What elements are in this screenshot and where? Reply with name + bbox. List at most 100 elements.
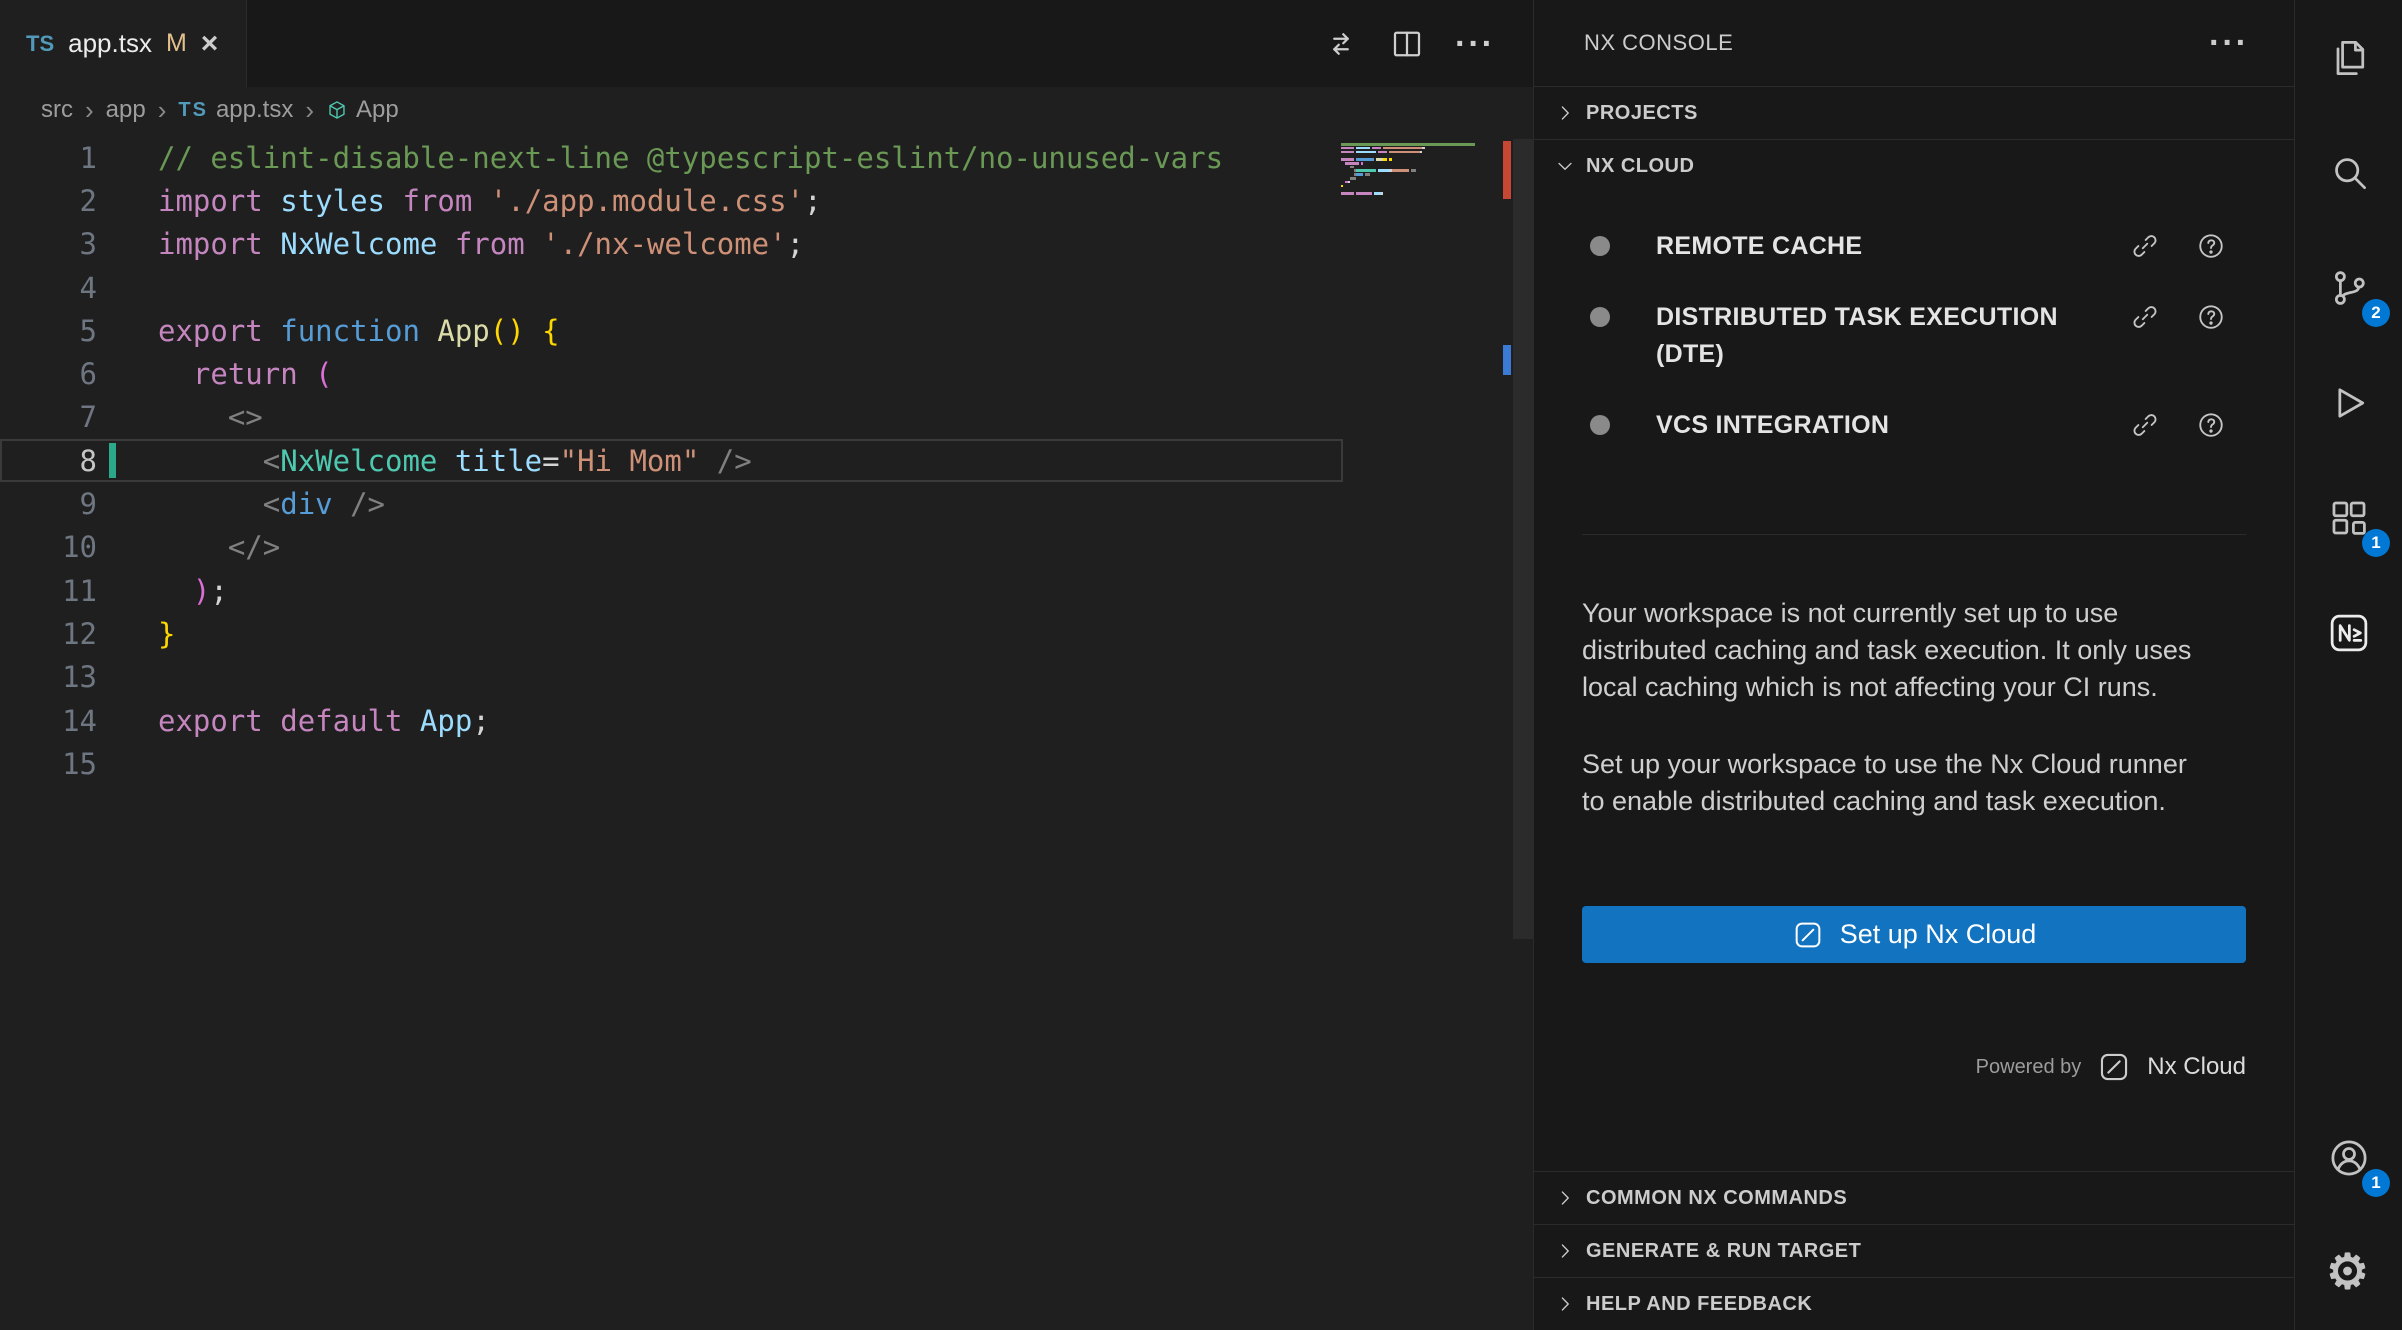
line-number[interactable]: 3 bbox=[0, 227, 97, 261]
line-number[interactable]: 12 bbox=[0, 617, 97, 651]
minimap-line bbox=[1341, 188, 1503, 191]
code-text: export function App() { bbox=[158, 314, 560, 348]
minimap-line bbox=[1341, 173, 1503, 176]
section-generate-run-target[interactable]: GENERATE & RUN TARGET bbox=[1534, 1224, 2294, 1277]
line-number[interactable]: 8 bbox=[0, 444, 97, 478]
chevron-right-icon bbox=[1554, 102, 1576, 124]
code-editor[interactable]: 1// eslint-disable-next-line @typescript… bbox=[0, 133, 1533, 1330]
extensions-icon bbox=[2327, 496, 2371, 540]
button-icon-slot bbox=[1792, 919, 1824, 951]
section-common-nx-commands[interactable]: COMMON NX COMMANDS bbox=[1534, 1171, 2294, 1224]
line-number[interactable]: 14 bbox=[0, 704, 97, 738]
breadcrumb-item-app[interactable]: App bbox=[326, 96, 399, 124]
code-line[interactable]: 4 bbox=[0, 266, 1343, 309]
brand-icon-slot bbox=[2097, 1050, 2131, 1084]
code-line[interactable]: 2 import styles from './app.module.css'; bbox=[0, 179, 1343, 222]
breadcrumb-label: app bbox=[106, 96, 146, 124]
section-help-and-feedback[interactable]: HELP AND FEEDBACK bbox=[1534, 1277, 2294, 1330]
activity-item-explorer[interactable] bbox=[2295, 0, 2402, 115]
minimap[interactable] bbox=[1341, 143, 1503, 200]
help-icon[interactable] bbox=[2196, 302, 2226, 332]
connect-icon[interactable] bbox=[2130, 302, 2160, 332]
activity-item-extensions[interactable]: 1 bbox=[2295, 460, 2402, 575]
status-dot bbox=[1590, 236, 1610, 256]
line-number[interactable]: 13 bbox=[0, 660, 97, 694]
setup-hint-text: Set up your workspace to use the Nx Clou… bbox=[1582, 746, 2216, 820]
line-number[interactable]: 4 bbox=[0, 271, 97, 305]
open-changes-icon[interactable] bbox=[1323, 26, 1359, 62]
close-icon[interactable]: × bbox=[201, 29, 221, 59]
code-line[interactable]: 8 <NxWelcome title="Hi Mom" /> bbox=[0, 439, 1343, 482]
section-projects[interactable]: PROJECTS bbox=[1534, 86, 2294, 139]
status-dot bbox=[1590, 415, 1610, 435]
split-editor-icon[interactable] bbox=[1389, 26, 1425, 62]
activity-item-account[interactable]: 1 bbox=[2295, 1100, 2402, 1215]
code-line[interactable]: 10 </> bbox=[0, 526, 1343, 569]
minimap-line bbox=[1341, 185, 1503, 188]
activity-item-search[interactable] bbox=[2295, 115, 2402, 230]
activity-bar-top: 21 bbox=[2295, 0, 2402, 690]
code-text: import styles from './app.module.css'; bbox=[158, 184, 822, 218]
code-line[interactable]: 11 ); bbox=[0, 569, 1343, 612]
line-number[interactable]: 9 bbox=[0, 487, 97, 521]
panel-more-slot: ··· bbox=[2209, 26, 2249, 60]
feature-label: REMOTE CACHE bbox=[1656, 228, 2096, 265]
breadcrumb-separator-icon: › bbox=[85, 95, 94, 126]
help-icon[interactable] bbox=[2196, 231, 2226, 261]
code-line[interactable]: 7 <> bbox=[0, 396, 1343, 439]
activity-item-run-debug[interactable] bbox=[2295, 345, 2402, 460]
code-line[interactable]: 3import NxWelcome from './nx-welcome'; bbox=[0, 223, 1343, 266]
feature-row-remote-cache: REMOTE CACHE bbox=[1582, 228, 2246, 265]
connect-icon[interactable] bbox=[2130, 231, 2160, 261]
source-control-icon bbox=[2327, 266, 2371, 310]
workspace-status-text: Your workspace is not currently set up t… bbox=[1582, 595, 2216, 706]
section-nx-cloud[interactable]: NX CLOUD bbox=[1534, 139, 2294, 192]
more-icon[interactable]: ··· bbox=[1455, 27, 1495, 61]
line-number[interactable]: 5 bbox=[0, 314, 97, 348]
powered-by-label: Powered by bbox=[1976, 1056, 2082, 1079]
line-number[interactable]: 11 bbox=[0, 574, 97, 608]
overview-ruler-cursor-marker bbox=[1503, 345, 1511, 375]
code-line[interactable]: 6 return ( bbox=[0, 352, 1343, 395]
line-number[interactable]: 1 bbox=[0, 141, 97, 175]
breadcrumb-item-app-tsx[interactable]: TS app.tsx bbox=[178, 96, 293, 124]
tab-app-tsx[interactable]: TS app.tsx M × bbox=[0, 0, 247, 87]
minimap-line bbox=[1341, 192, 1503, 195]
vertical-scrollbar[interactable] bbox=[1513, 139, 1533, 939]
minimap-line bbox=[1341, 154, 1503, 157]
minimap-line bbox=[1341, 158, 1503, 161]
activity-item-settings[interactable]: ⚙ bbox=[2295, 1215, 2402, 1330]
code-line[interactable]: 15 bbox=[0, 742, 1343, 785]
line-number[interactable]: 2 bbox=[0, 184, 97, 218]
more-icon[interactable]: ··· bbox=[2209, 26, 2249, 60]
breadcrumb-separator-icon: › bbox=[305, 95, 314, 126]
code-line[interactable]: 9 <div /> bbox=[0, 482, 1343, 525]
code-line[interactable]: 12} bbox=[0, 612, 1343, 655]
code-text: </> bbox=[158, 530, 280, 564]
minimap-line bbox=[1341, 169, 1503, 172]
breadcrumb-label: app.tsx bbox=[216, 96, 293, 124]
code-line[interactable]: 5 export function App() { bbox=[0, 309, 1343, 352]
line-number[interactable]: 7 bbox=[0, 400, 97, 434]
connect-icon[interactable] bbox=[2130, 410, 2160, 440]
activity-item-nx-console[interactable] bbox=[2295, 575, 2402, 690]
code-line[interactable]: 1// eslint-disable-next-line @typescript… bbox=[0, 136, 1343, 179]
ts-badge-icon: TS bbox=[178, 100, 208, 120]
symbol-cube-icon bbox=[326, 99, 348, 121]
code-line[interactable]: 14export default App; bbox=[0, 699, 1343, 742]
line-number[interactable]: 10 bbox=[0, 530, 97, 564]
tab-bar: TS app.tsx M × ··· bbox=[0, 0, 1533, 87]
line-number[interactable]: 15 bbox=[0, 747, 97, 781]
feature-label: DISTRIBUTED TASK EXECUTION (DTE) bbox=[1656, 299, 2096, 373]
feature-actions bbox=[2130, 410, 2246, 440]
help-icon[interactable] bbox=[2196, 410, 2226, 440]
feature-label: VCS INTEGRATION bbox=[1656, 407, 2096, 444]
code-line[interactable]: 13 bbox=[0, 656, 1343, 699]
line-number[interactable]: 6 bbox=[0, 357, 97, 391]
activity-item-source-control[interactable]: 2 bbox=[2295, 230, 2402, 345]
breadcrumb-item-app[interactable]: app bbox=[106, 96, 146, 124]
nx-cloud-brand-label: Nx Cloud bbox=[2147, 1053, 2246, 1081]
setup-nx-cloud-button[interactable]: Set up Nx Cloud bbox=[1582, 906, 2246, 963]
breadcrumb-item-src[interactable]: src bbox=[41, 96, 73, 124]
minimap-line bbox=[1341, 196, 1503, 199]
